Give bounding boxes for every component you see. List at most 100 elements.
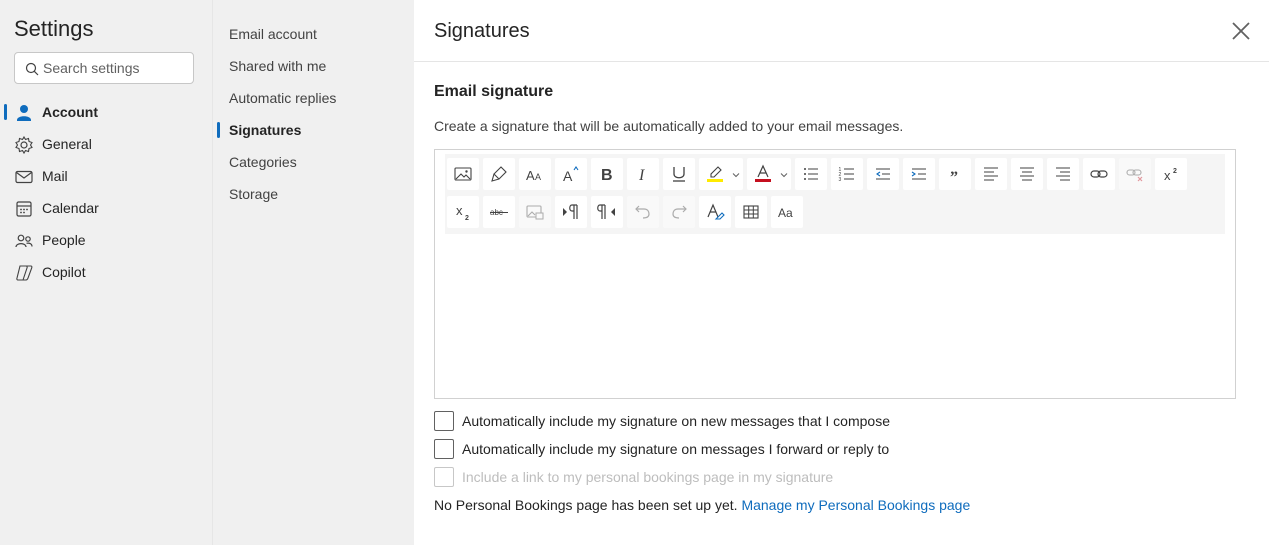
grow-font-button[interactable]: A xyxy=(555,158,587,190)
mail-icon xyxy=(15,170,33,184)
sidebar-item-label: Account xyxy=(42,104,98,120)
subnav-item-label: Automatic replies xyxy=(229,90,337,106)
subnav-item-label: Shared with me xyxy=(229,58,327,74)
checkbox-label: Include a link to my personal bookings p… xyxy=(462,469,834,485)
bold-icon: B xyxy=(601,167,613,184)
insert-table-button[interactable] xyxy=(735,196,767,228)
svg-text:2: 2 xyxy=(1173,168,1177,175)
sidebar-item-general[interactable]: General xyxy=(0,128,212,160)
redo-button[interactable] xyxy=(663,196,695,228)
svg-text:Aa: Aa xyxy=(778,206,793,220)
checkbox-bookings-link xyxy=(434,467,454,487)
sidebar-item-copilot[interactable]: Copilot xyxy=(0,256,212,288)
font-color-button[interactable] xyxy=(747,158,791,190)
page-title: Signatures xyxy=(434,20,530,42)
rtl-button[interactable] xyxy=(591,196,623,228)
calendar-icon xyxy=(16,201,32,217)
insert-picture-button[interactable] xyxy=(447,158,479,190)
quote-button[interactable]: ” xyxy=(939,158,971,190)
sidebar-item-account[interactable]: Account xyxy=(0,96,212,128)
checkbox-new-messages[interactable] xyxy=(434,411,454,431)
picture-options-button[interactable] xyxy=(519,196,551,228)
account-subnav: Email account Shared with me Automatic r… xyxy=(212,0,414,545)
signatures-panel: Signatures Email signature Create a sign… xyxy=(414,0,1269,545)
change-case-button[interactable]: Aa xyxy=(771,196,803,228)
decrease-indent-icon xyxy=(876,168,890,180)
underline-button[interactable] xyxy=(663,158,695,190)
sidebar-item-people[interactable]: People xyxy=(0,224,212,256)
manage-bookings-link[interactable]: Manage my Personal Bookings page xyxy=(741,497,970,513)
quote-icon: ” xyxy=(950,169,958,184)
chevron-down-icon xyxy=(732,173,740,178)
numbering-button[interactable]: 123 xyxy=(831,158,863,190)
align-left-button[interactable] xyxy=(975,158,1007,190)
bold-button[interactable]: B xyxy=(591,158,623,190)
align-center-button[interactable] xyxy=(1011,158,1043,190)
search-input[interactable] xyxy=(43,57,191,79)
sidebar-item-calendar[interactable]: Calendar xyxy=(0,192,212,224)
increase-indent-icon xyxy=(911,168,926,180)
remove-link-button[interactable] xyxy=(1119,158,1151,190)
settings-title: Settings xyxy=(14,16,94,41)
superscript-button[interactable]: x2 xyxy=(1155,158,1187,190)
change-case-icon: Aa xyxy=(778,206,793,220)
checkbox-label: Automatically include my signature on me… xyxy=(462,441,890,457)
align-right-button[interactable] xyxy=(1047,158,1079,190)
undo-icon xyxy=(635,205,650,219)
bullets-icon xyxy=(804,168,818,180)
clear-format-icon xyxy=(707,203,725,220)
decrease-indent-button[interactable] xyxy=(867,158,899,190)
insert-picture-icon xyxy=(454,167,472,181)
svg-text:x: x xyxy=(456,203,463,218)
italic-button[interactable]: I xyxy=(627,158,659,190)
sidebar-item-label: Calendar xyxy=(42,200,99,216)
checkbox-row-new-messages: Automatically include my signature on ne… xyxy=(434,411,890,431)
highlight-button[interactable] xyxy=(699,158,743,190)
subnav-item-signatures[interactable]: Signatures xyxy=(213,116,415,144)
subnav-item-categories[interactable]: Categories xyxy=(213,148,415,176)
section-description: Create a signature that will be automati… xyxy=(434,118,904,134)
font-size-icon: AA xyxy=(526,168,541,183)
subnav-item-automatic-replies[interactable]: Automatic replies xyxy=(213,84,415,112)
undo-button[interactable] xyxy=(627,196,659,228)
svg-text:”: ” xyxy=(950,169,958,184)
checkbox-forward-reply[interactable] xyxy=(434,439,454,459)
subscript-button[interactable]: x2 xyxy=(447,196,479,228)
sidebar-item-label: General xyxy=(42,136,92,152)
sidebar-item-mail[interactable]: Mail xyxy=(0,160,212,192)
picture-disabled-icon xyxy=(526,205,544,220)
sidebar-item-label: Mail xyxy=(42,168,68,184)
svg-text:A: A xyxy=(535,172,541,182)
align-right-icon xyxy=(1056,167,1070,181)
chevron-down-icon xyxy=(780,173,788,178)
gear-icon xyxy=(15,135,33,155)
font-size-button[interactable]: AA xyxy=(519,158,551,190)
bullets-button[interactable] xyxy=(795,158,827,190)
font-color-icon xyxy=(755,164,771,182)
search-box[interactable] xyxy=(14,52,194,84)
checkbox-label: Automatically include my signature on ne… xyxy=(462,413,890,429)
people-icon xyxy=(15,234,33,248)
signature-text-area[interactable] xyxy=(435,235,1235,398)
checkbox-row-forward-reply: Automatically include my signature on me… xyxy=(434,439,889,459)
increase-indent-button[interactable] xyxy=(903,158,935,190)
link-icon xyxy=(1090,170,1108,178)
format-painter-button[interactable] xyxy=(483,158,515,190)
highlight-icon xyxy=(707,166,723,182)
svg-text:B: B xyxy=(601,167,613,184)
insert-link-button[interactable] xyxy=(1083,158,1115,190)
subnav-item-email-account[interactable]: Email account xyxy=(213,20,415,48)
settings-nav: Settings Account General Mail Calendar P… xyxy=(0,0,212,545)
subnav-item-storage[interactable]: Storage xyxy=(213,180,415,208)
bookings-status-text: No Personal Bookings page has been set u… xyxy=(434,497,738,513)
strikethrough-button[interactable]: abc xyxy=(483,196,515,228)
close-icon[interactable] xyxy=(1230,20,1252,42)
clear-formatting-button[interactable] xyxy=(699,196,731,228)
section-title: Email signature xyxy=(434,83,554,100)
svg-text:2: 2 xyxy=(465,215,469,222)
ltr-button[interactable] xyxy=(555,196,587,228)
subnav-item-shared-with-me[interactable]: Shared with me xyxy=(213,52,415,80)
person-icon xyxy=(17,105,31,121)
checkbox-row-bookings-link: Include a link to my personal bookings p… xyxy=(434,467,833,487)
svg-text:A: A xyxy=(563,168,573,184)
